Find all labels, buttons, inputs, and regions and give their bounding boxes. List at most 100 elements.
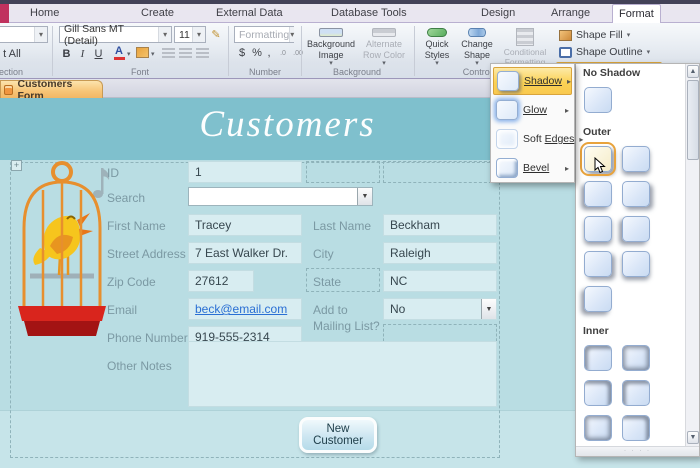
change-shape-button[interactable]: Change Shape ▾: [457, 26, 497, 68]
align-right-icon[interactable]: [196, 48, 209, 58]
shape-effects-menu: Shadow ▸ Glow ▸ Soft Edges ▸ Bevel ▸: [490, 63, 583, 183]
shadow-style-thumbnail[interactable]: [622, 146, 650, 172]
zip-code-label: Zip Code: [107, 275, 156, 289]
tab-create[interactable]: Create: [135, 4, 180, 23]
form-title[interactable]: Customers: [0, 103, 575, 155]
fill-color-bucket-icon[interactable]: [136, 47, 149, 58]
dropdown-arrow-icon[interactable]: ▼: [357, 188, 372, 205]
city-field[interactable]: Raleigh: [383, 242, 497, 264]
font-group-label: Font: [130, 67, 149, 77]
tab-design[interactable]: Design: [475, 4, 521, 23]
shadow-style-thumbnail[interactable]: [584, 87, 612, 113]
select-all-button[interactable]: t All: [0, 47, 30, 61]
shadow-style-thumbnail[interactable]: [584, 345, 612, 371]
dropdown-arrow-icon[interactable]: ▾: [34, 27, 47, 42]
selection-object-combo[interactable]: ch ▾: [0, 26, 48, 43]
search-combo[interactable]: ▼: [188, 187, 373, 206]
italic-button[interactable]: I: [76, 46, 89, 61]
tab-external-data[interactable]: External Data: [210, 4, 289, 23]
bird-cage-illustration: [18, 161, 110, 336]
menu-item-soft-edges[interactable]: Soft Edges ▸: [493, 125, 583, 153]
street-address-label: Street Address: [107, 247, 186, 261]
dropdown-arrow-icon[interactable]: ▾: [192, 27, 205, 42]
shadow-style-thumbnail[interactable]: [622, 251, 650, 277]
shape-outline-button[interactable]: Shape Outline ▾: [556, 45, 662, 59]
shadow-gallery: No ShadowOuterInnerPerspective ▲ ▼ · · ·…: [575, 63, 700, 457]
submenu-arrow-icon: ▸: [564, 163, 569, 173]
gallery-resize-grip[interactable]: · · · ·: [576, 446, 699, 456]
first-name-field[interactable]: Tracey: [188, 214, 302, 236]
shadow-style-thumbnail[interactable]: [584, 286, 612, 312]
dropdown-arrow-icon[interactable]: ▼: [481, 299, 496, 319]
decrease-decimals-icon[interactable]: .00: [290, 47, 306, 59]
zip-code-field[interactable]: 27612: [188, 270, 254, 292]
gallery-scrollbar[interactable]: ▲ ▼: [685, 64, 699, 456]
scrollbar-thumb[interactable]: [687, 80, 699, 160]
shadow-style-thumbnail[interactable]: [584, 380, 612, 406]
background-image-button[interactable]: Background Image ▾: [305, 26, 357, 68]
new-customer-button[interactable]: New Customer: [299, 417, 377, 453]
shadow-style-thumbnail[interactable]: [622, 216, 650, 242]
tab-format[interactable]: Format: [612, 4, 661, 23]
ribbon-tab-strip: Home Create External Data Database Tools…: [0, 4, 700, 25]
shadow-style-thumbnail[interactable]: [584, 251, 612, 277]
font-color-button[interactable]: A: [112, 45, 126, 61]
shadow-style-thumbnail[interactable]: [622, 415, 650, 441]
format-painter-icon[interactable]: ✎: [208, 26, 224, 43]
conditional-formatting-button[interactable]: Conditional Formatting: [497, 26, 553, 68]
mailing-list-combo[interactable]: No ▼: [383, 298, 497, 320]
dropdown-arrow-icon[interactable]: ▾: [151, 50, 155, 58]
search-label: Search: [107, 191, 146, 205]
city-label: City: [313, 247, 334, 261]
percent-button[interactable]: %: [250, 46, 264, 60]
tab-arrange[interactable]: Arrange: [545, 4, 596, 23]
scroll-up-icon[interactable]: ▲: [687, 65, 699, 78]
shadow-style-thumbnail[interactable]: [584, 415, 612, 441]
shadow-style-thumbnail[interactable]: [622, 380, 650, 406]
scroll-down-icon[interactable]: ▼: [687, 431, 699, 444]
number-group-label: Number: [248, 67, 281, 77]
id-field[interactable]: 1: [188, 161, 302, 183]
shadow-style-thumbnail[interactable]: [584, 181, 612, 207]
increase-decimals-icon[interactable]: .0: [276, 47, 290, 59]
street-address-field[interactable]: 7 East Walker Dr.: [188, 242, 302, 264]
menu-item-glow[interactable]: Glow ▸: [493, 96, 572, 124]
file-tab-partial[interactable]: [0, 4, 9, 25]
other-notes-field[interactable]: [188, 341, 497, 407]
shadow-style-thumbnail[interactable]: [584, 216, 612, 242]
alternate-row-color-button[interactable]: Alternate Row Color ▾: [358, 26, 410, 68]
tab-home[interactable]: Home: [24, 4, 65, 23]
menu-item-bevel[interactable]: Bevel ▸: [493, 154, 572, 182]
last-name-field[interactable]: Beckham: [383, 214, 497, 236]
gallery-section-header: Outer: [576, 123, 686, 140]
underline-button[interactable]: U: [92, 46, 105, 61]
shadow-style-thumbnail[interactable]: [580, 142, 616, 176]
email-link[interactable]: beck@email.com: [195, 302, 287, 316]
comma-button[interactable]: ,: [265, 46, 273, 60]
alternate-row-color-icon: [372, 28, 396, 38]
align-center-icon[interactable]: [179, 48, 192, 58]
gallery-section-header: No Shadow: [576, 64, 686, 81]
dropdown-arrow-icon[interactable]: ▾: [158, 27, 171, 42]
font-name-combo[interactable]: Gill Sans MT (Detail) ▾: [59, 23, 172, 47]
dropdown-arrow-icon[interactable]: ▾: [289, 27, 295, 42]
shadow-style-thumbnail[interactable]: [622, 345, 650, 371]
bold-button[interactable]: B: [60, 46, 73, 61]
number-format-combo[interactable]: Formatting ▾: [234, 26, 295, 43]
shape-fill-button[interactable]: Shape Fill ▾: [556, 28, 662, 42]
shadow-style-thumbnail[interactable]: [622, 181, 650, 207]
dropdown-arrow-icon[interactable]: ▾: [127, 50, 131, 58]
font-size-combo[interactable]: 11 ▾: [174, 26, 206, 43]
shape-fill-icon: [559, 29, 572, 41]
form-icon: [4, 84, 14, 95]
first-name-label: First Name: [107, 219, 166, 233]
state-field[interactable]: NC: [383, 270, 497, 292]
document-tab-customers-form[interactable]: Customers Form: [0, 78, 103, 102]
menu-item-shadow[interactable]: Shadow ▸: [493, 67, 572, 95]
email-field[interactable]: beck@email.com: [188, 298, 302, 320]
state-label: State: [313, 275, 342, 289]
tab-database-tools[interactable]: Database Tools: [325, 4, 413, 23]
currency-button[interactable]: $: [236, 46, 248, 60]
quick-styles-button[interactable]: Quick Styles ▾: [417, 26, 457, 68]
align-left-icon[interactable]: [162, 48, 175, 58]
